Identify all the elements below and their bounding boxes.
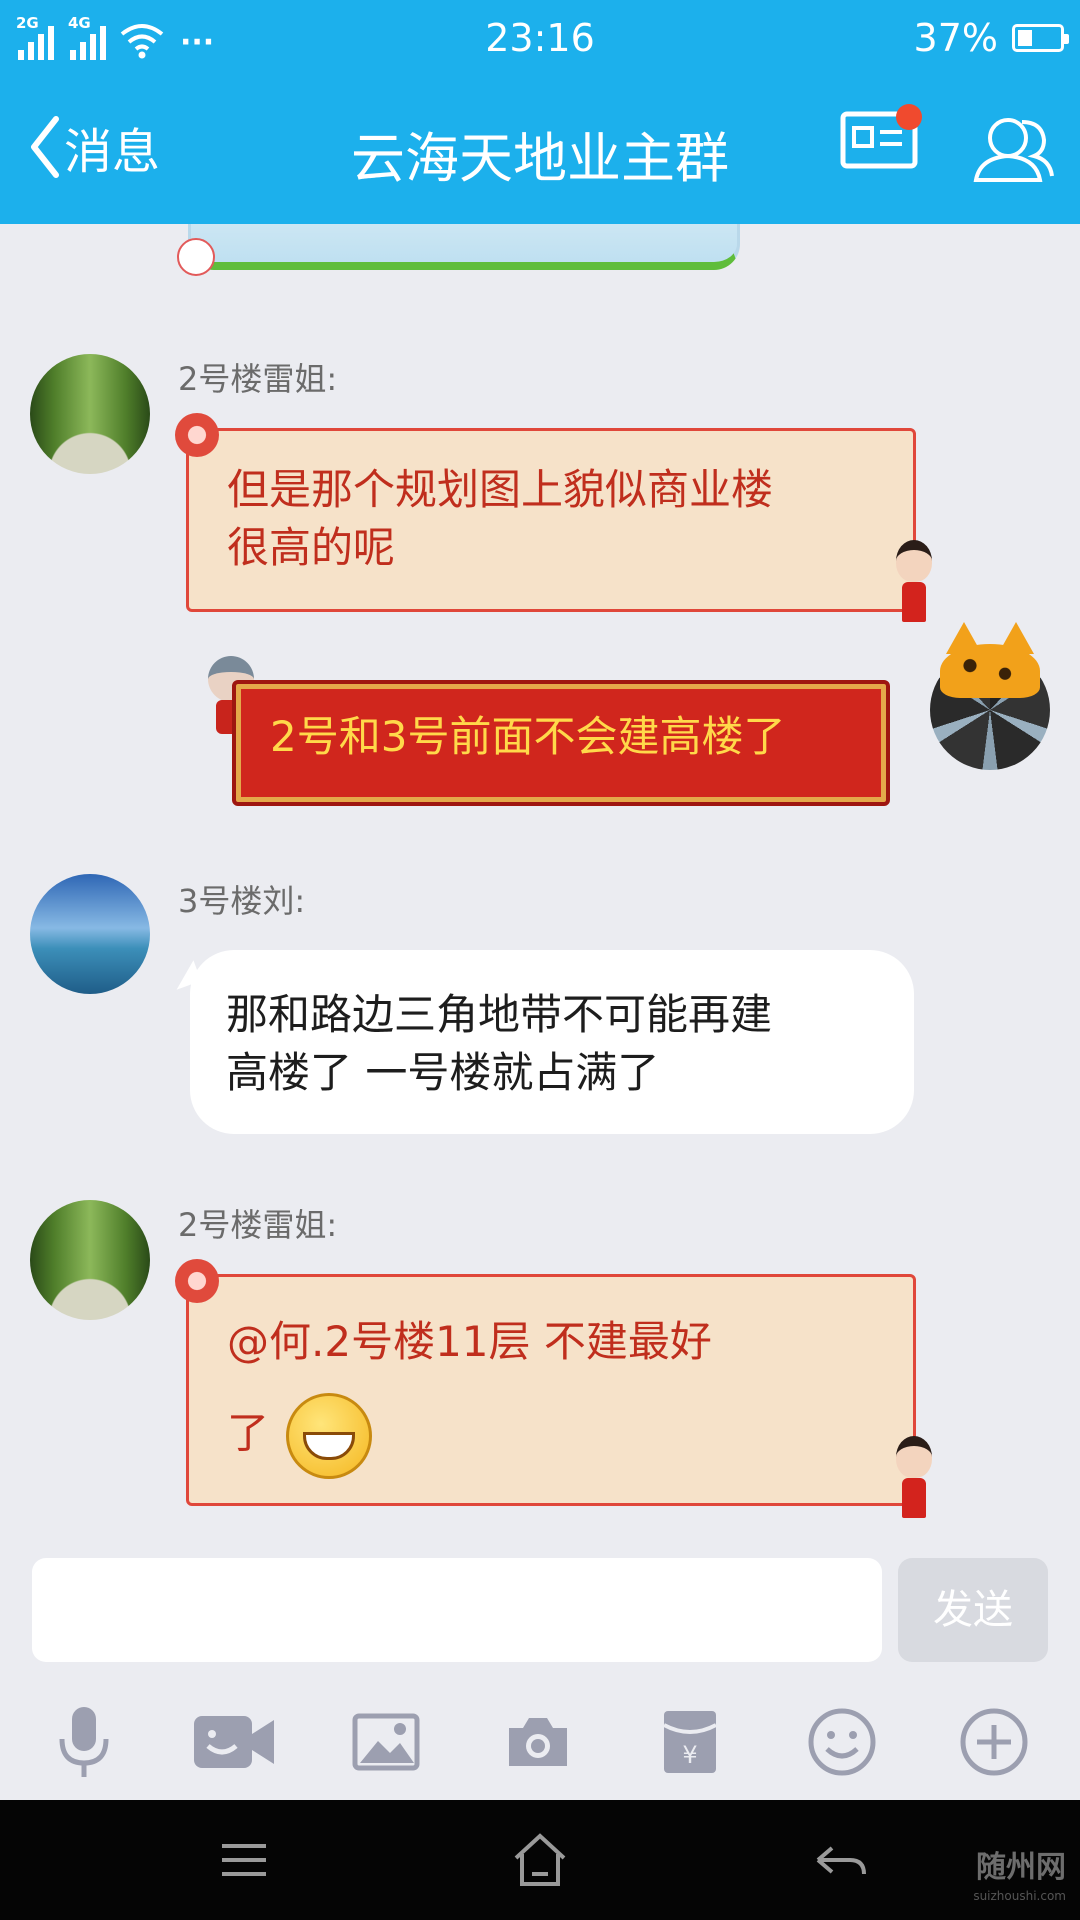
message-list[interactable]: 2号楼雷姐: 但是那个规划图上貌似商业楼 很高的呢 2号和3号前面不会建高楼了 …: [0, 224, 1080, 1554]
emoji-icon: [808, 1708, 876, 1776]
send-button[interactable]: 发送: [898, 1558, 1048, 1662]
menu-button[interactable]: [214, 1830, 274, 1890]
microphone-icon: [59, 1707, 109, 1777]
back-system-button[interactable]: [810, 1830, 870, 1890]
my-message-bubble[interactable]: 2号和3号前面不会建高楼了: [232, 680, 890, 806]
app-header: 2G 4G ··· 23:16 37% 消息 云海天地业主群: [0, 0, 1080, 224]
message-bubble[interactable]: @何.2号楼11层 不建最好 了: [175, 1259, 916, 1506]
sender-name: 2号楼雷姐:: [178, 1206, 338, 1244]
camera-button[interactable]: [498, 1702, 578, 1782]
input-bar: 发送: [0, 1554, 1080, 1684]
home-button[interactable]: [510, 1830, 570, 1890]
message-text: 但是那个规划图上貌似商业楼: [227, 465, 774, 514]
menu-icon: [222, 1844, 266, 1876]
emoji-button[interactable]: [802, 1702, 882, 1782]
battery-percent: 37%: [913, 16, 998, 60]
watermark: 随州网 suizhoushi.com: [973, 1850, 1066, 1904]
grin-emoji-icon: [286, 1393, 373, 1479]
group-members-button[interactable]: [972, 114, 1056, 188]
avatar-3-liu[interactable]: [30, 874, 150, 994]
battery-icon: [1012, 24, 1069, 52]
sender-name: 3号楼刘:: [178, 882, 306, 920]
image-icon: [352, 1713, 420, 1771]
svg-text:¥: ¥: [682, 1741, 697, 1769]
image-button[interactable]: [346, 1702, 426, 1782]
bubble-decoration-girl: [892, 1436, 936, 1526]
camera-icon: [509, 1718, 567, 1766]
avatar-2-lei[interactable]: [30, 1200, 150, 1320]
contact-card-button[interactable]: [840, 104, 922, 176]
sender-name: 2号楼雷姐:: [178, 360, 338, 398]
message-text: 高楼了 一号楼就占满了: [226, 1048, 660, 1097]
video-icon: [194, 1716, 274, 1768]
status-bar: 2G 4G ··· 23:16 37%: [0, 0, 1080, 80]
red-packet-icon: ¥: [663, 1711, 717, 1773]
video-button[interactable]: [192, 1702, 276, 1782]
input-toolbar: ¥: [0, 1684, 1080, 1800]
message-bubble[interactable]: 但是那个规划图上貌似商业楼 很高的呢: [175, 413, 916, 612]
notification-dot: [896, 104, 922, 130]
status-battery: 37%: [913, 16, 1069, 60]
message-input[interactable]: [32, 1558, 882, 1662]
plus-icon: [960, 1708, 1028, 1776]
previous-sticker-message[interactable]: [177, 224, 740, 276]
back-arrow-icon: [816, 1846, 866, 1875]
message-text: 那和路边三角地带不可能再建: [226, 990, 773, 1039]
plus-button[interactable]: [954, 1702, 1034, 1782]
system-navigation-bar: 随州网 suizhoushi.com: [0, 1800, 1080, 1920]
avatar-pendant-leopard-hat: [940, 622, 1040, 698]
message-bubble[interactable]: 那和路边三角地带不可能再建 高楼了 一号楼就占满了: [190, 950, 914, 1134]
home-icon: [514, 1833, 566, 1886]
message-line-2: 了: [227, 1393, 877, 1479]
message-text: 2号和3号前面不会建高楼了: [270, 712, 786, 761]
bubble-decoration-girl: [892, 540, 936, 630]
red-packet-button[interactable]: ¥: [650, 1702, 730, 1782]
message-text: 了: [227, 1408, 270, 1458]
group-members-icon: [973, 118, 1054, 182]
avatar-2-lei[interactable]: [30, 354, 150, 474]
voice-button[interactable]: [44, 1702, 124, 1782]
message-text: 很高的呢: [227, 523, 396, 572]
message-text: @何.2号楼11层 不建最好: [227, 1317, 712, 1366]
